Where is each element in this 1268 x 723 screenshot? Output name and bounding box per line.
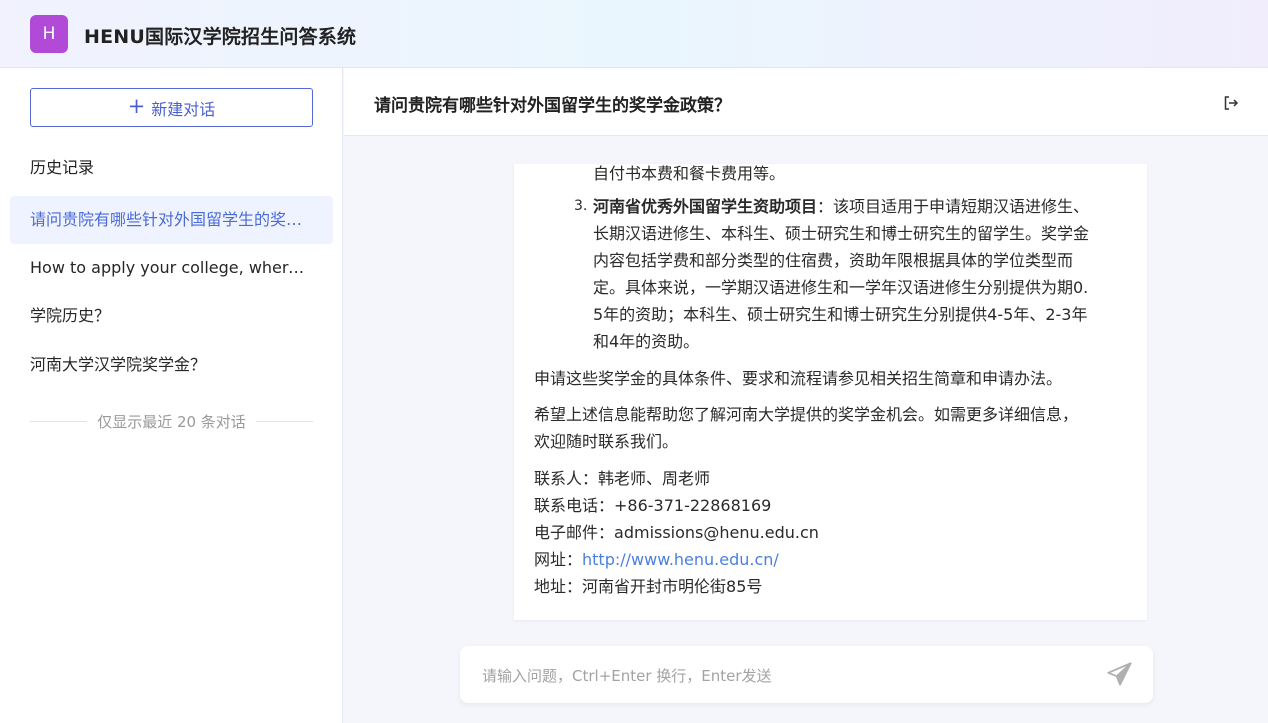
contact-value: 韩老师、周老师 (598, 469, 711, 488)
history-item[interactable]: 河南大学汉学院奖学金？ (10, 341, 333, 389)
message-paragraph: 希望上述信息能帮助您了解河南大学提供的奖学金机会。如需更多详细信息， 欢迎随时联… (534, 401, 1127, 455)
message-text: 定。具体来说，一学期汉语进修生和一学年汉语进修生分别提供为期0. (593, 278, 1089, 297)
phone-label: 联系电话： (534, 496, 615, 515)
plus-icon: + (127, 93, 146, 118)
message-text: 欢迎随时联系我们。 (534, 432, 679, 451)
new-chat-button[interactable]: + 新建对话 (30, 88, 313, 127)
limit-note-text: 仅显示最近 20 条对话 (97, 412, 246, 431)
website-link[interactable]: http://www.henu.edu.cn/ (582, 550, 779, 569)
history-item[interactable]: How to apply your college, where is the … (10, 244, 333, 292)
address-label: 地址： (534, 577, 583, 596)
email-line: 电子邮件：admissions@henu.edu.cn (534, 519, 1127, 546)
list-item-title: 河南省优秀外国留学生资助项目 (593, 197, 818, 216)
message-line: 自付书本费和餐卡费用等。 (593, 164, 786, 183)
app-title: HENU国际汉学院招生问答系统 (84, 26, 357, 48)
chat-header: 请问贵院有哪些针对外国留学生的奖学金政策？ (344, 68, 1268, 136)
list-item: 3. 河南省优秀外国留学生资助项目：该项目适用于申请短期汉语进修生、 长期汉语进修… (534, 193, 1127, 355)
app-logo: H (30, 15, 68, 53)
question-input[interactable] (480, 646, 1084, 705)
sidebar: + 新建对话 历史记录 请问贵院有哪些针对外国留学生的奖学金政策？ How to… (0, 68, 343, 723)
history-title: 历史记录 (30, 158, 95, 177)
website-label: 网址： (534, 550, 583, 569)
email-label: 电子邮件： (534, 523, 615, 542)
message-text: 长期汉语进修生、本科生、硕士研究生和博士研究生的留学生。奖学金 (593, 224, 1090, 243)
phone-line: 联系电话：+86-371-22868169 (534, 492, 1127, 519)
message-text: 希望上述信息能帮助您了解河南大学提供的奖学金机会。如需更多详细信息， (534, 405, 1079, 424)
email-value: admissions@henu.edu.cn (614, 523, 819, 542)
contact-line: 联系人：韩老师、周老师 (534, 465, 1127, 492)
list-number: 3. (574, 198, 588, 214)
address-value: 河南省开封市明伦街85号 (582, 577, 763, 596)
message-text: ：该项目适用于申请短期汉语进修生、 (817, 197, 1090, 216)
message-list[interactable]: 自付书本费和餐卡费用等。 3. 河南省优秀外国留学生资助项目：该项目适用于申请短期… (344, 136, 1268, 628)
divider (30, 420, 88, 422)
input-box (460, 646, 1153, 705)
top-bar: H HENU国际汉学院招生问答系统 (0, 0, 1268, 68)
address-line: 地址：河南省开封市明伦街85号 (534, 573, 1127, 600)
message-text: 5年的资助；本科生、硕士研究生和博士研究生分别提供4-5年、2-3年 (593, 305, 1088, 324)
history-item[interactable]: 学院历史？ (10, 292, 333, 340)
phone-value: +86-371-22868169 (614, 496, 772, 515)
logout-icon[interactable] (1222, 94, 1240, 112)
message-paragraph: 申请这些奖学金的具体条件、要求和流程请参见相关招生简章和申请办法。 (534, 369, 1063, 388)
contact-label: 联系人： (534, 469, 599, 488)
history-item[interactable]: 请问贵院有哪些针对外国留学生的奖学金政策？ (10, 196, 333, 244)
divider (255, 420, 313, 422)
history-limit-note: 仅显示最近 20 条对话 (30, 410, 313, 432)
chat-title: 请问贵院有哪些针对外国留学生的奖学金政策？ (374, 96, 731, 116)
new-chat-label: 新建对话 (151, 99, 216, 119)
message-text: 和4年的资助。 (593, 332, 700, 351)
send-icon[interactable] (1106, 661, 1133, 688)
message-text: 内容包括学费和部分类型的住宿费，资助年限根据具体的学位类型而 (593, 251, 1074, 270)
assistant-message: 自付书本费和餐卡费用等。 3. 河南省优秀外国留学生资助项目：该项目适用于申请短期… (514, 164, 1147, 620)
website-line: 网址：http://www.henu.edu.cn/ (534, 546, 1127, 573)
